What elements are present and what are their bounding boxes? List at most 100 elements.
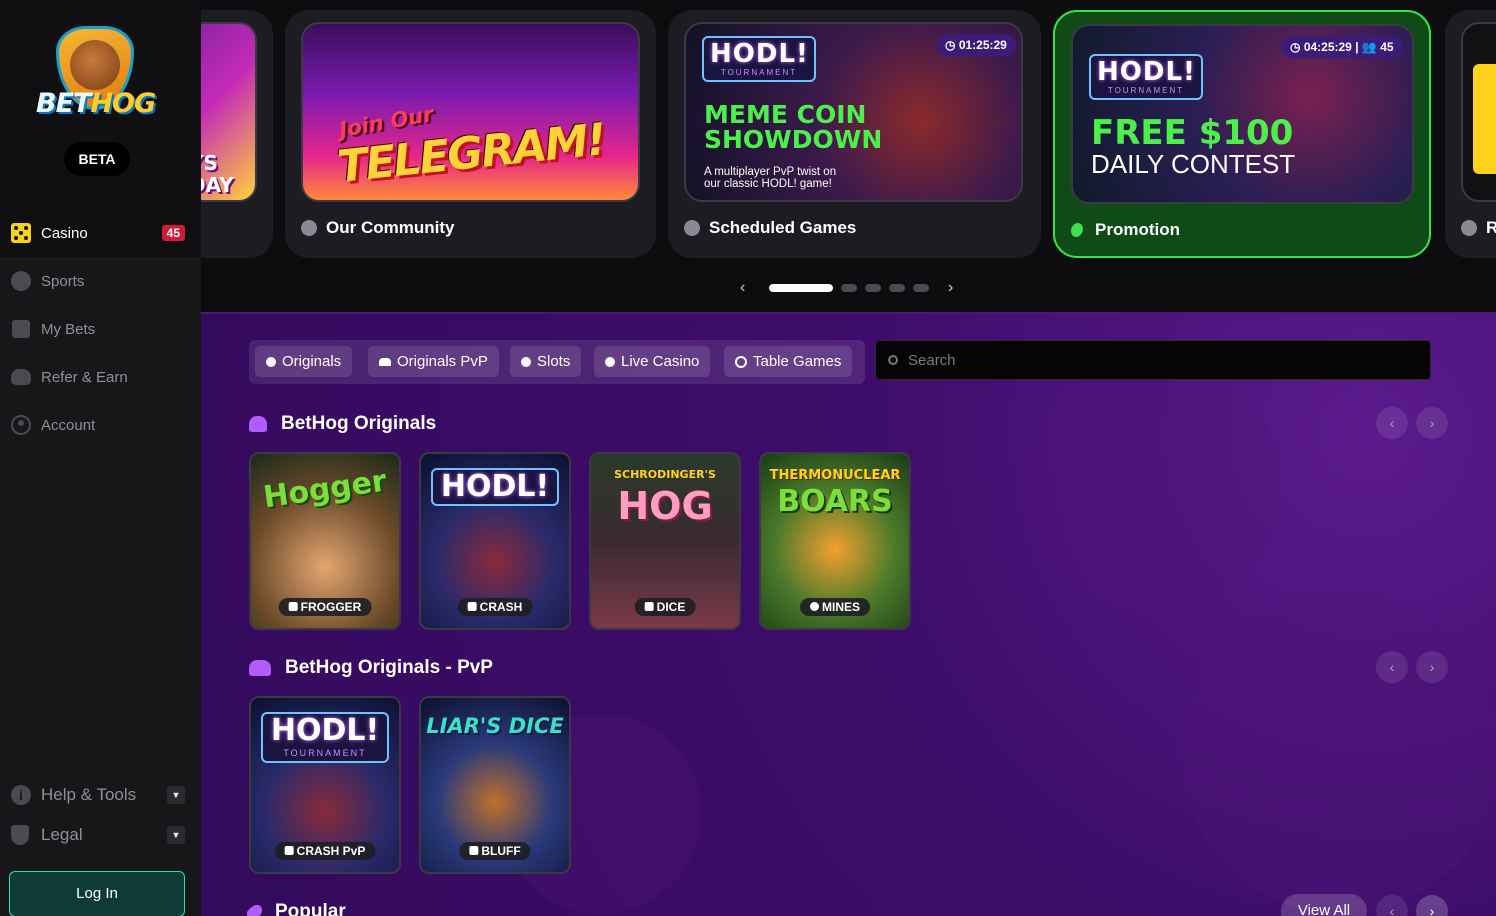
sidebar-item-label: Refer & Earn (41, 368, 128, 386)
section-title-popular: Popular (245, 901, 346, 916)
sidebar-legal[interactable]: Legal ▼ (0, 815, 201, 855)
hodl-tournament-logo: HODL! TOURNAMENT (702, 36, 816, 82)
section-title-originals: BetHog Originals (249, 413, 436, 435)
hodl-tournament-logo: HODL! TOURNAMENT (261, 712, 389, 763)
game-art-subtitle: SCHRODINGER'S (614, 468, 716, 481)
hodl-logo-text: HODL! (1097, 57, 1196, 87)
bomb-icon (809, 602, 819, 611)
carousel-dot-active[interactable] (769, 284, 833, 292)
game-art-title: Hogger (261, 463, 389, 516)
dice-icon (644, 602, 654, 611)
section-title-text: BetHog Originals - PvP (285, 657, 493, 678)
carousel-next-icon[interactable]: › (948, 279, 953, 297)
card-art: Join Our TELEGRAM! (301, 22, 640, 202)
chip-label: Originals (282, 353, 342, 370)
carousel-dot[interactable] (889, 284, 905, 292)
carousel-card-scheduled-games[interactable]: HODL! TOURNAMENT ◷ 01:25:29 MEME COIN SH… (668, 10, 1041, 258)
chip-slots[interactable]: Slots (510, 346, 582, 377)
section-next-icon[interactable]: › (1416, 651, 1448, 683)
section-next-icon[interactable]: › (1416, 895, 1448, 916)
card-art: HODL! TOURNAMENT ◷ 04:25:29 | 👥 45 FREE … (1071, 24, 1414, 204)
shield-icon (11, 825, 29, 845)
sidebar-item-my-bets[interactable]: My Bets (0, 305, 201, 353)
timer-text: 04:25:29 (1303, 40, 1352, 54)
people-icon (301, 220, 317, 236)
info-icon: i (11, 785, 31, 805)
game-tile-dice[interactable]: SCHRODINGER'S HOG DICE (589, 452, 741, 630)
section-title-text: BetHog Originals (281, 413, 437, 434)
rocket-icon (245, 902, 265, 916)
bethog-logo-text[interactable]: BETHOG (36, 88, 158, 119)
logo-area: BETHOG BETA (0, 0, 201, 209)
chevron-down-icon[interactable]: ▼ (167, 786, 185, 804)
hodl-tournament-logo: HODL! TOURNAMENT (1089, 54, 1203, 100)
game-tile-bluff[interactable]: LIAR'S DICE BLUFF (419, 696, 571, 874)
carousel-card-community[interactable]: Join Our TELEGRAM! Our Community (285, 10, 656, 258)
user-circle-icon (11, 415, 31, 435)
chip-live-casino[interactable]: Live Casino (594, 346, 711, 377)
carousel-dot[interactable] (913, 284, 929, 292)
user-icon (249, 416, 267, 432)
section-prev-icon[interactable]: ‹ (1376, 407, 1408, 439)
game-art-title: LIAR'S DICE (426, 714, 564, 738)
chip-originals[interactable]: Originals (255, 346, 353, 377)
carousel-card-partial-right[interactable]: Re (1445, 10, 1496, 258)
club-icon (469, 846, 479, 855)
sidebar-help-tools[interactable]: i Help & Tools ▼ (0, 775, 201, 815)
title-line2: SHOWDOWN (704, 125, 883, 154)
game-tile-mines[interactable]: THERMONUCLEAR BOARS MINES (759, 452, 911, 630)
card-label: Our Community (301, 218, 454, 238)
play-icon (605, 356, 615, 367)
game-art-title: BOARS (777, 484, 893, 519)
rocket-icon (467, 602, 477, 611)
carousel-card-promotion[interactable]: HODL! TOURNAMENT ◷ 04:25:29 | 👥 45 FREE … (1053, 10, 1431, 258)
sidebar-item-casino[interactable]: Casino 45 (0, 209, 201, 257)
view-all-button[interactable]: View All (1281, 894, 1367, 916)
people-icon (249, 660, 271, 676)
carousel-dot[interactable] (841, 284, 857, 292)
chip-table-games[interactable]: Table Games (724, 346, 853, 377)
people-icon (379, 357, 391, 366)
piggy-bank-icon (11, 367, 31, 387)
sidebar-item-refer-earn[interactable]: Refer & Earn (0, 353, 201, 401)
sidebar-item-label: Account (41, 416, 96, 434)
subtitle-line2: our classic HODL! game! (704, 178, 832, 190)
game-tile-crash-pvp[interactable]: HODL! TOURNAMENT CRASH PvP (249, 696, 401, 874)
sidebar-item-account[interactable]: Account (0, 401, 201, 449)
card-label-text: Our Community (326, 218, 455, 237)
sidebar-item-sports[interactable]: Sports (0, 257, 201, 305)
search-icon (888, 355, 898, 365)
hodl-logo: HODL! (431, 468, 559, 506)
card-label-text: Scheduled Games (709, 218, 857, 237)
game-tile-crash[interactable]: HODL! CRASH (419, 452, 571, 630)
background-pattern (1181, 594, 1496, 914)
section-title-text: Popular (275, 901, 346, 916)
search-box[interactable] (875, 340, 1431, 380)
carousel-dot[interactable] (865, 284, 881, 292)
search-input[interactable] (908, 351, 1408, 369)
carousel-prev-icon[interactable]: ‹ (740, 279, 745, 297)
countdown-timer: ◷ 04:25:29 | 👥 45 (1281, 36, 1403, 58)
carousel-card-partial-left[interactable]: YS DAY (201, 10, 273, 258)
sidebar-item-label: Casino (41, 224, 88, 242)
section-title-originals-pvp: BetHog Originals - PvP (249, 657, 493, 679)
game-label: MINES (799, 598, 871, 616)
ball-icon (11, 271, 31, 291)
boar-mascot-icon (70, 40, 120, 90)
login-button[interactable]: Log In (9, 871, 185, 916)
promo-carousel: YS DAY Join Our TELEGRAM! Our Community … (201, 0, 1496, 312)
chip-originals-pvp[interactable]: Originals PvP (368, 346, 499, 377)
sidebar-item-label: My Bets (41, 320, 96, 338)
section-next-icon[interactable]: › (1416, 407, 1448, 439)
game-tile-frogger[interactable]: Hogger FROGGER (249, 452, 401, 630)
card-art: HODL! TOURNAMENT ◷ 01:25:29 MEME COIN SH… (684, 22, 1023, 202)
chevron-down-icon[interactable]: ▼ (167, 826, 185, 844)
tournament-text: TOURNAMENT (720, 68, 798, 77)
section-prev-icon[interactable]: ‹ (1376, 651, 1408, 683)
game-art-title: HOG (617, 484, 713, 528)
card-label: Scheduled Games (684, 218, 856, 238)
beta-badge: BETA (64, 142, 130, 176)
slots-icon (521, 356, 531, 367)
rocket-icon (1067, 220, 1087, 240)
category-filter-bar: Originals Originals PvP Slots Live Casin… (249, 340, 865, 384)
